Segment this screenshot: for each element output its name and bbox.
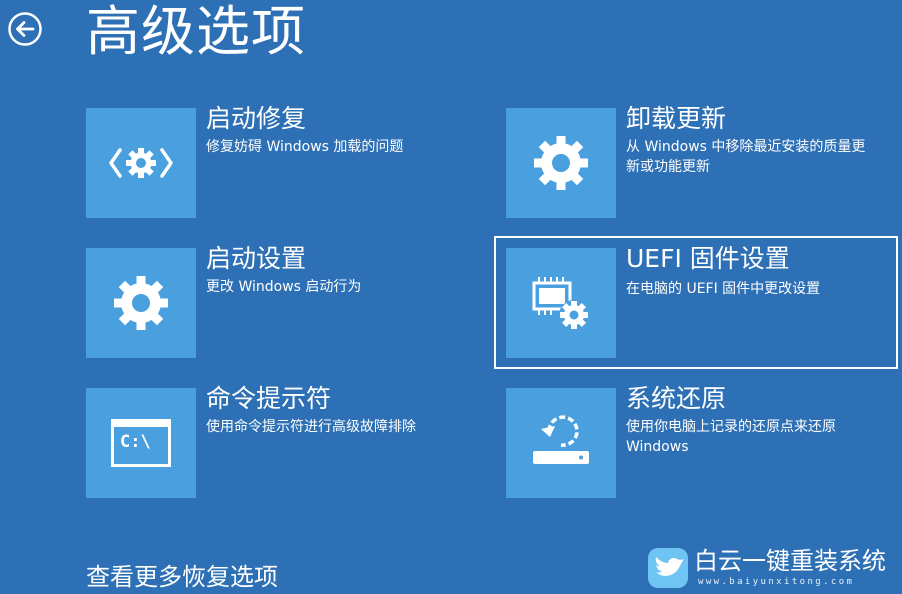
- back-button[interactable]: [8, 12, 42, 46]
- watermark-url: www.baiyunxitong.com: [698, 577, 855, 587]
- option-description: 在电脑的 UEFI 固件中更改设置: [626, 281, 821, 297]
- option-tile: [506, 248, 616, 358]
- back-arrow-circle-icon: [8, 12, 42, 46]
- more-recovery-options-link[interactable]: 查看更多恢复选项: [86, 560, 278, 594]
- option-uninstall-updates[interactable]: 卸载更新 从 Windows 中移除最近安装的质量更新或功能更新: [506, 104, 902, 238]
- option-description: 从 Windows 中移除最近安装的质量更新或功能更新: [626, 139, 866, 175]
- option-tile: C:\: [86, 388, 196, 498]
- option-description: 修复妨碍 Windows 加载的问题: [206, 139, 404, 155]
- drive-restore-icon: [533, 415, 589, 464]
- prompt-text: C:\: [120, 432, 151, 452]
- option-startup-settings[interactable]: 启动设置 更改 Windows 启动行为: [86, 244, 486, 378]
- bird-logo-icon: [648, 548, 688, 588]
- gear-icon: [534, 136, 588, 190]
- option-description: 使用命令提示符进行高级故障排除: [206, 419, 416, 435]
- option-description: 使用你电脑上记录的还原点来还原 Windows: [626, 419, 836, 455]
- option-title: UEFI 固件设置: [626, 244, 790, 273]
- chip-gear-icon: [532, 277, 589, 330]
- watermark: 白云一键重装系统 www.baiyunxitong.com: [648, 546, 898, 592]
- option-tile: [506, 108, 616, 218]
- option-title: 启动修复: [206, 104, 307, 133]
- option-tile: [506, 388, 616, 498]
- option-description: 更改 Windows 启动行为: [206, 279, 362, 295]
- option-command-prompt[interactable]: C:\ 命令提示符 使用命令提示符进行高级故障排除: [86, 384, 486, 518]
- option-title: 命令提示符: [206, 384, 332, 413]
- page-title: 高级选项: [86, 0, 306, 63]
- option-title: 启动设置: [206, 244, 307, 273]
- option-tile: [86, 248, 196, 358]
- option-title: 系统还原: [626, 384, 727, 413]
- option-title: 卸载更新: [626, 104, 727, 133]
- watermark-title: 白云一键重装系统: [694, 547, 886, 575]
- option-uefi-firmware[interactable]: UEFI 固件设置 在电脑的 UEFI 固件中更改设置: [494, 236, 898, 369]
- command-prompt-icon: C:\: [111, 419, 171, 467]
- gear-icon: [114, 276, 168, 330]
- option-system-restore[interactable]: 系统还原 使用你电脑上记录的还原点来还原 Windows: [506, 384, 902, 518]
- code-gear-icon: [109, 148, 173, 178]
- option-tile: [86, 108, 196, 218]
- option-startup-repair[interactable]: 启动修复 修复妨碍 Windows 加载的问题: [86, 104, 486, 238]
